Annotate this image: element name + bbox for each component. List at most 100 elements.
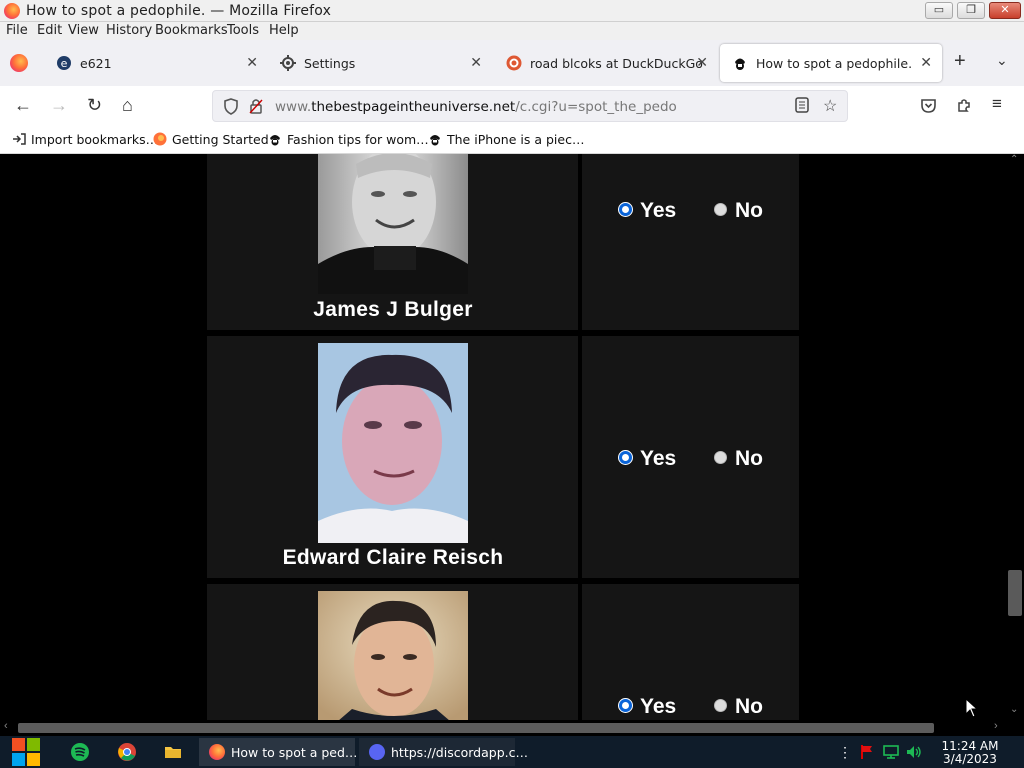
window-title: How to spot a pedophile. — Mozilla Firef… [26,3,332,19]
close-window-button[interactable]: ✕ [989,2,1021,19]
vote-cell [582,154,799,330]
radio-selected-icon[interactable] [619,451,632,464]
clock-date: 3/4/2023 [943,752,997,766]
scroll-right-arrow-icon[interactable]: › [994,720,998,732]
action-center-flag-icon[interactable] [859,744,875,760]
discord-icon [369,744,385,760]
import-icon [13,133,26,145]
vote-yes-radio[interactable]: Yes [619,199,676,223]
forward-button[interactable]: → [50,95,68,116]
vote-yes-radio[interactable]: Yes [619,447,676,471]
menu-tools[interactable]: Tools [227,23,259,38]
extensions-puzzle-icon[interactable] [956,97,973,114]
taskbar-task-label: How to spot a ped… [231,745,358,760]
horizontal-scroll-thumb[interactable] [18,723,934,733]
app-menu-hamburger-icon[interactable]: ≡ [992,94,1002,114]
tab-settings[interactable]: Settings ✕ [268,44,492,82]
che-icon [733,56,747,70]
menu-edit[interactable]: Edit [37,23,62,38]
bookmark-getting-started[interactable]: Getting Started [153,132,269,147]
horizontal-scrollbar[interactable]: ‹ › [0,720,1024,736]
taskbar-firefox-window[interactable]: How to spot a ped… [199,738,358,766]
person-photo [318,154,468,294]
volume-icon[interactable] [906,744,922,760]
radio-unselected-icon[interactable] [714,451,727,464]
vertical-scrollbar[interactable]: ⌃ ⌄ [1006,154,1024,720]
tab-duckduckgo[interactable]: road blcoks at DuckDuckGo ✕ [494,44,718,82]
menu-help[interactable]: Help [269,23,299,38]
radio-unselected-icon[interactable] [714,699,727,712]
back-button[interactable]: ← [14,95,32,116]
svg-text:e: e [61,57,68,70]
tab-close-icon[interactable]: ✕ [470,54,482,71]
lock-icon[interactable] [249,98,263,114]
tab-close-icon[interactable]: ✕ [696,54,708,71]
menu-history[interactable]: History [106,23,152,38]
radio-selected-icon[interactable] [619,203,632,216]
person-name: James J Bulger [313,298,473,321]
window-titlebar: How to spot a pedophile. — Mozilla Firef… [0,0,1024,22]
tab-label: road blcoks at DuckDuckGo [530,56,703,71]
tab-label: Settings [304,56,356,71]
file-explorer-icon[interactable] [163,742,183,762]
taskbar-discord-window[interactable]: https://discordapp.c… [359,738,528,766]
menu-view[interactable]: View [68,23,99,38]
url-text[interactable]: www.thebestpageintheuniverse.net/c.cgi?u… [275,99,677,115]
bookmark-iphone[interactable]: The iPhone is a piec… [428,132,584,147]
scroll-left-arrow-icon[interactable]: ‹ [4,720,8,732]
vote-no-radio[interactable]: No [714,695,763,719]
tab-label: How to spot a pedophile. [756,56,913,71]
scroll-down-arrow-icon[interactable]: ⌄ [1010,704,1018,715]
tab-label: e621 [80,56,112,71]
vertical-scroll-thumb[interactable] [1008,570,1022,616]
windows-start-icon[interactable] [10,738,42,766]
new-tab-button[interactable]: + [954,50,966,73]
che-icon [270,135,280,146]
reload-button[interactable]: ↻ [87,95,102,116]
duckduckgo-icon [506,55,522,71]
address-bar[interactable]: www.thebestpageintheuniverse.net/c.cgi?u… [212,90,848,122]
person-name: Edward Claire Reisch [282,546,504,569]
mouse-cursor-icon [965,698,979,718]
pocket-icon[interactable] [920,97,937,114]
firefox-logo-icon [4,3,20,19]
minimize-button[interactable]: ▭ [925,2,953,19]
taskbar: How to spot a ped… https://discordapp.c…… [0,736,1024,768]
home-button[interactable]: ⌂ [122,95,133,116]
bookmark-import[interactable]: Import bookmarks… [12,132,158,147]
tracking-protection-shield-icon[interactable] [223,98,239,115]
bookmark-star-icon[interactable]: ☆ [823,96,837,116]
firefox-view-icon[interactable] [10,54,28,72]
person-photo [318,343,468,543]
vote-no-radio[interactable]: No [714,199,763,223]
radio-unselected-icon[interactable] [714,203,727,216]
network-icon[interactable] [883,744,899,760]
che-icon [430,135,440,146]
list-all-tabs-icon[interactable]: ⌄ [996,52,1008,69]
tab-strip: e e621 ✕ Settings ✕ road blcoks at DuckD… [0,40,1024,86]
radio-selected-icon[interactable] [619,699,632,712]
menu-bookmarks[interactable]: Bookmarks [155,23,228,38]
tab-how-to-spot[interactable]: How to spot a pedophile. ✕ [720,44,942,82]
reader-view-icon[interactable] [795,97,809,113]
system-clock[interactable]: 11:24 AM 3/4/2023 [940,740,1000,766]
vote-cell [582,584,799,720]
tab-e621[interactable]: e e621 ✕ [44,44,268,82]
tray-overflow-icon[interactable]: ⋮ [838,744,852,761]
bookmarks-toolbar: Import bookmarks… Getting Started Fashio… [0,126,1024,154]
vote-no-radio[interactable]: No [714,447,763,471]
spotify-icon[interactable] [70,742,90,762]
chrome-icon[interactable] [117,742,137,762]
scroll-up-arrow-icon[interactable]: ⌃ [1010,154,1018,165]
tab-close-icon[interactable]: ✕ [920,54,932,71]
vote-yes-radio[interactable]: Yes [619,695,676,719]
page-content: James J Bulger Yes No Edward Claire Reis… [0,154,1006,720]
firefox-icon [153,132,167,146]
menu-file[interactable]: File [6,23,28,38]
gear-icon [280,55,296,71]
taskbar-task-label: https://discordapp.c… [391,745,528,760]
vote-cell [582,336,799,578]
tab-close-icon[interactable]: ✕ [246,54,258,71]
bookmark-fashion-tips[interactable]: Fashion tips for wom… [268,132,429,147]
restore-button[interactable]: ❐ [957,2,985,19]
